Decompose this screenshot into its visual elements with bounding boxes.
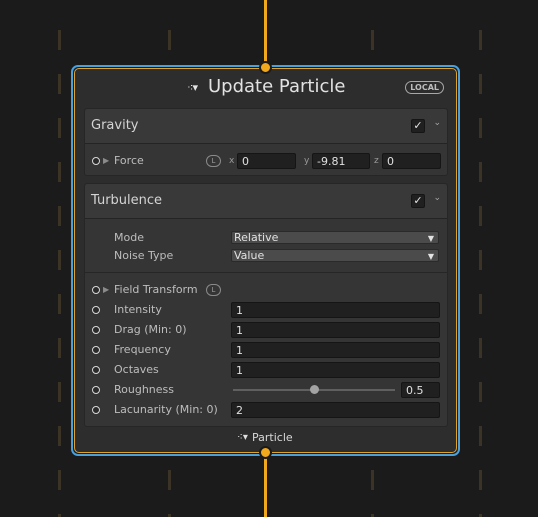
drag-row: Drag (Min: 0) 1: [85, 321, 447, 339]
gravity-enabled-checkbox[interactable]: ✓: [411, 119, 425, 133]
chevron-down-icon[interactable]: ⌄: [433, 118, 441, 128]
field-transform-local-badge[interactable]: L: [206, 284, 221, 296]
port-dot-icon[interactable]: [92, 406, 100, 414]
force-z-field[interactable]: 0: [382, 153, 441, 169]
triangle-right-icon[interactable]: ▶: [103, 285, 109, 294]
field-transform-label: Field Transform: [114, 283, 198, 296]
force-local-badge[interactable]: L: [206, 155, 221, 167]
lacunarity-row: Lacunarity (Min: 0) 2: [85, 401, 447, 419]
octaves-field[interactable]: 1: [231, 362, 440, 378]
turbulence-block-header[interactable]: Turbulence ✓ ⌄: [85, 184, 447, 219]
port-dot-icon[interactable]: [92, 157, 100, 165]
triangle-right-icon[interactable]: ▶: [103, 156, 109, 165]
roughness-field[interactable]: 0.5: [401, 382, 440, 398]
port-dot-icon[interactable]: [92, 306, 100, 314]
settings-separator: [85, 272, 447, 273]
port-dot-icon[interactable]: [92, 366, 100, 374]
frequency-field[interactable]: 1: [231, 342, 440, 358]
field-transform-row: ▶ Field Transform L: [85, 281, 447, 299]
lacunarity-label: Lacunarity (Min: 0): [114, 403, 218, 416]
checkmark-icon: ✓: [413, 119, 423, 132]
node-footer-label: Particle: [252, 431, 293, 444]
lacunarity-field[interactable]: 2: [231, 402, 440, 418]
port-dot-icon[interactable]: [92, 286, 100, 294]
mode-row: Mode Relative ▼: [85, 229, 447, 247]
mode-dropdown-value: Relative: [234, 231, 279, 244]
roughness-row: Roughness 0.5: [85, 381, 447, 399]
checkmark-icon: ✓: [413, 194, 423, 207]
turbulence-block[interactable]: Turbulence ✓ ⌄ Mode Relative ▼ Noise Typ…: [84, 183, 448, 427]
update-particle-node[interactable]: ⁖▾ Update Particle LOCAL Gravity ✓ ⌄ ▶ F…: [74, 68, 457, 453]
particle-system-icon: ⁖▾: [187, 81, 198, 94]
space-badge[interactable]: LOCAL: [405, 81, 444, 94]
turbulence-enabled-checkbox[interactable]: ✓: [411, 194, 425, 208]
drag-field[interactable]: 1: [231, 322, 440, 338]
port-dot-icon[interactable]: [92, 326, 100, 334]
dropdown-arrow-icon: ▼: [427, 252, 434, 261]
roughness-slider-knob[interactable]: [309, 385, 319, 394]
force-x-label: x: [229, 156, 235, 166]
force-y-field[interactable]: -9.81: [312, 153, 370, 169]
flow-output-port[interactable]: [259, 446, 272, 459]
frequency-label: Frequency: [114, 343, 171, 356]
force-x-field[interactable]: 0: [237, 153, 296, 169]
intensity-field[interactable]: 1: [231, 302, 440, 318]
node-title-bar[interactable]: ⁖▾ Update Particle LOCAL: [75, 75, 456, 105]
force-z-label: z: [374, 156, 379, 166]
background-flow-guide-left: [58, 30, 61, 517]
flow-edge-in[interactable]: [264, 0, 267, 64]
background-flow-guide-right: [479, 30, 482, 517]
node-title: Update Particle: [208, 76, 346, 97]
dropdown-arrow-icon: ▼: [427, 234, 434, 243]
drag-label: Drag (Min: 0): [114, 323, 187, 336]
frequency-row: Frequency 1: [85, 341, 447, 359]
roughness-label: Roughness: [114, 383, 175, 396]
octaves-row: Octaves 1: [85, 361, 447, 379]
port-dot-icon[interactable]: [92, 346, 100, 354]
gravity-force-row: ▶ Force L x 0 y -9.81 z 0: [85, 152, 447, 170]
noise-type-row: Noise Type Value ▼: [85, 247, 447, 265]
port-dot-icon[interactable]: [92, 386, 100, 394]
intensity-row: Intensity 1: [85, 301, 447, 319]
noise-type-label: Noise Type: [114, 249, 174, 262]
intensity-label: Intensity: [114, 303, 162, 316]
mode-dropdown[interactable]: Relative ▼: [231, 231, 439, 244]
flow-input-port[interactable]: [259, 61, 272, 74]
noise-type-dropdown-value: Value: [234, 249, 265, 262]
force-y-label: y: [304, 156, 310, 166]
chevron-down-icon[interactable]: ⌄: [433, 193, 441, 203]
gravity-block-title: Gravity: [91, 118, 139, 133]
turbulence-block-title: Turbulence: [91, 193, 163, 208]
noise-type-dropdown[interactable]: Value ▼: [231, 249, 439, 262]
force-label: Force: [114, 154, 144, 167]
gravity-block-header[interactable]: Gravity ✓ ⌄: [85, 109, 447, 144]
gravity-block[interactable]: Gravity ✓ ⌄ ▶ Force L x 0 y -9.81 z 0: [84, 108, 448, 176]
particle-system-icon: ⁖▾: [237, 432, 248, 443]
flow-edge-out[interactable]: [264, 456, 267, 517]
mode-label: Mode: [114, 231, 144, 244]
octaves-label: Octaves: [114, 363, 159, 376]
